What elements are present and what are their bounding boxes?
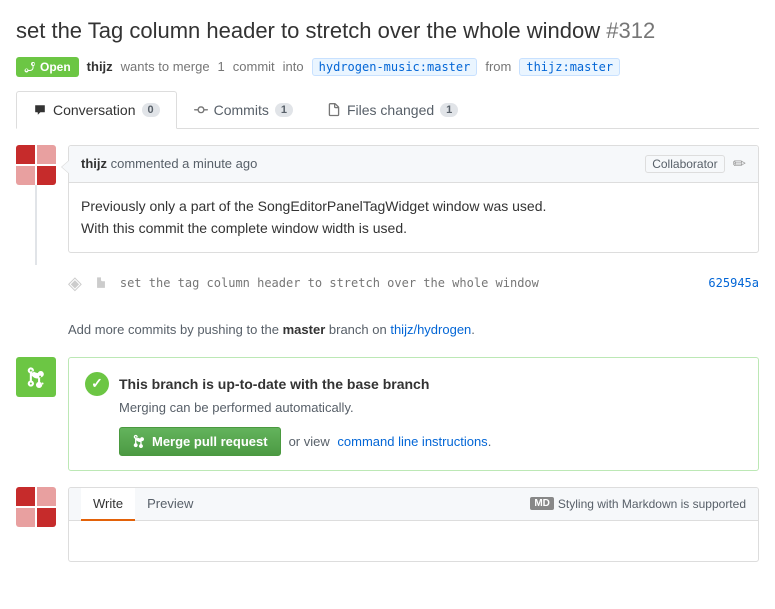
tab-conversation[interactable]: Conversation 0 [16,91,177,129]
timeline: thijz commented a minute ago Collaborato… [16,145,759,562]
write-preview-tabs: Write Preview MD Styling with Markdown i… [69,488,758,521]
comment-line2: With this commit the complete window wid… [81,217,746,239]
push-note: Add more commits by pushing to the maste… [68,314,759,345]
write-preview-block: Write Preview MD Styling with Markdown i… [16,487,759,562]
tab-commits-label: Commits [214,102,269,118]
pr-action-text: wants to merge [121,59,210,74]
pr-from-text: from [485,59,511,74]
write-tab-label: Write [93,496,123,511]
write-preview-box: Write Preview MD Styling with Markdown i… [68,487,759,562]
commit-hash-icon: ◈ [68,273,82,294]
avatar [16,145,56,185]
merge-icon [25,366,47,388]
markdown-icon: MD [530,497,554,510]
tab-conversation-label: Conversation [53,102,136,118]
tab-files-changed-count: 1 [440,103,458,117]
status-badge: Open [16,57,79,77]
comment-container: thijz commented a minute ago Collaborato… [68,145,759,253]
document-icon [94,276,108,290]
commit-icon [194,103,208,117]
commit-sha[interactable]: 625945a [708,276,759,290]
merge-pull-request-button[interactable]: Merge pull request [119,427,281,456]
merge-status-title: This branch is up-to-date with the base … [119,376,429,392]
comment-line1: Previously only a part of the SongEditor… [81,195,746,217]
push-note-suffix: . [471,322,475,337]
commit-row: ◈ set the tag column header to stretch o… [68,265,759,302]
tab-conversation-count: 0 [142,103,160,117]
push-note-branch: master [283,322,326,337]
pr-meta: Open thijz wants to merge 1 commit into … [16,57,759,77]
comment-header: thijz commented a minute ago Collaborato… [69,146,758,183]
cmd-link-suffix: . [488,434,492,449]
merge-status-header: ✓ This branch is up-to-date with the bas… [85,372,742,396]
pr-into-text: into [283,59,304,74]
collaborator-badge: Collaborator [645,155,724,173]
comment-header-right: Collaborator ✏ [645,154,746,174]
files-changed-icon [327,103,341,117]
write-preview-tabs-left: Write Preview [81,488,205,520]
git-pull-request-icon [24,60,36,74]
merge-icon-wrapper [16,357,56,397]
tab-commits-count: 1 [275,103,293,117]
pr-number: #312 [606,18,655,43]
comment-body: Previously only a part of the SongEditor… [69,183,758,252]
push-note-prefix: Add more commits by pushing to the [68,322,279,337]
write-area[interactable] [69,521,758,561]
push-note-repo-link[interactable]: thijz/hydrogen [390,322,471,337]
markdown-note: MD Styling with Markdown is supported [530,497,746,511]
merge-or-text: or view [289,434,330,449]
pr-commit-word: commit [233,59,275,74]
tab-write[interactable]: Write [81,488,135,521]
write-preview-avatar [16,487,56,527]
check-circle-icon: ✓ [85,372,109,396]
comment-block: thijz commented a minute ago Collaborato… [16,145,759,253]
push-note-middle: branch on [329,322,387,337]
merge-block: ✓ This branch is up-to-date with the bas… [16,357,759,471]
pr-source-branch: thijz:master [519,58,620,76]
tab-files-changed[interactable]: Files changed 1 [310,91,475,129]
merge-status-box: ✓ This branch is up-to-date with the bas… [68,357,759,471]
tab-files-changed-label: Files changed [347,102,434,118]
commenter-username[interactable]: thijz [81,156,107,171]
pr-author: thijz [87,59,113,74]
comment-header-left: thijz commented a minute ago [81,156,257,171]
edit-icon[interactable]: ✏ [733,154,746,174]
pr-title: set the Tag column header to stretch ove… [16,16,759,47]
tab-commits[interactable]: Commits 1 [177,91,310,129]
tab-preview[interactable]: Preview [135,488,205,521]
pr-title-text: set the Tag column header to stretch ove… [16,18,600,43]
speech-icon [33,103,47,117]
merge-btn-icon [132,434,146,448]
markdown-support-text: Styling with Markdown is supported [558,497,746,511]
pr-commit-count: 1 [218,59,225,74]
tabs-bar: Conversation 0 Commits 1 Files changed 1 [16,91,759,129]
command-line-link[interactable]: command line instructions [337,434,487,449]
comment-time: a minute ago [182,156,257,171]
preview-tab-label: Preview [147,496,193,511]
merge-status-subtitle: Merging can be performed automatically. [119,400,742,415]
commit-message: set the tag column header to stretch ove… [120,276,697,290]
comment-action: commented [111,156,179,171]
merge-button-label: Merge pull request [152,434,268,449]
pr-target-branch: hydrogen-music:master [312,58,478,76]
